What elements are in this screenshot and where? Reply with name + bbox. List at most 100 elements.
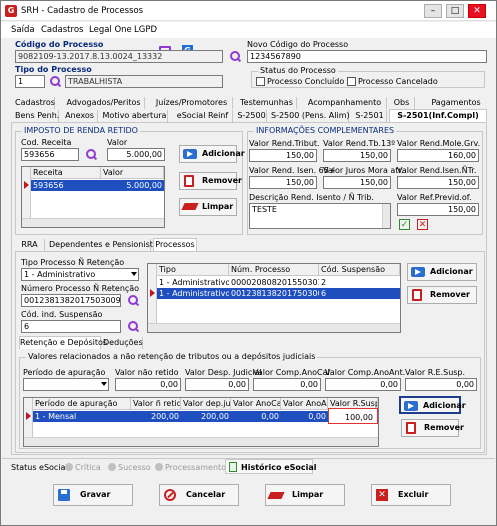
rend-isen65-input[interactable]: 150,00 [249,176,317,189]
ref-previd-input[interactable]: 150,00 [397,203,479,216]
col-anocal[interactable]: Valor AnoCal. [231,398,281,410]
col-tipo[interactable]: Tipo [157,264,229,276]
numero-proc-input[interactable]: 00123813820175030098 [21,294,121,307]
sucesso-label: Sucesso [118,463,151,472]
tab-juizes[interactable]: Juízes/Promotores [151,97,233,109]
irrf-remover-button[interactable]: Remover [179,172,242,190]
rend-mole-input[interactable]: 160,00 [397,149,479,162]
col-anoant[interactable]: Valor AnoAnt. [281,398,328,410]
search-icon[interactable] [229,51,241,63]
valor-input[interactable]: 5.000,00 [107,148,165,161]
button-label: Adicionar [430,267,473,276]
menu-cadastros[interactable]: Cadastros [41,25,83,35]
title-bar: G SRH - Cadastro de Processos – □ ✕ [1,1,496,21]
maximize-button[interactable]: □ [446,4,464,18]
irrf-adicionar-button[interactable]: Adicionar [179,145,245,163]
table-row[interactable]: 1 - Mensal 200,00 200,00 0,00 0,00 [33,411,378,422]
cancel-x-icon[interactable]: ✕ [417,219,428,230]
tab-cadastros[interactable]: Cadastros [15,97,55,109]
processo-cancelado-checkbox[interactable] [347,77,356,86]
tab-bens-penh[interactable]: Bens Penh. [15,110,59,122]
rend-isen-ntr-input[interactable]: 150,00 [397,176,479,189]
valores-grid[interactable]: Período de apuração Valor ñ retido Valor… [23,397,379,447]
desc-scrollbar[interactable] [382,204,390,228]
juros-mora-label: Valor Juros Mora atr. [323,166,404,175]
tipo-proc-select[interactable]: 1 - Administrativo [21,268,139,281]
excluir-button[interactable]: ✕ Excluir [371,484,451,506]
r-susp-cell-highlight[interactable]: 100,00 [328,408,378,424]
col-dep-jud[interactable]: Valor dep.jud. [181,398,231,410]
col-valor[interactable]: Valor [101,167,164,179]
tab-rra[interactable]: RRA [15,239,45,251]
tab-advogados[interactable]: Advogados/Peritos [63,97,145,109]
desc-rend-input[interactable]: TESTE [249,203,391,229]
nao-retido-input[interactable]: 0,00 [115,378,181,391]
re-susp-label: Valor R.E.Susp. [405,368,466,377]
processos-grid[interactable]: Tipo Núm. Processo Cód. Suspensão 1 - Ad… [147,263,401,333]
tab-deducoes[interactable]: Deduções [103,337,143,349]
close-button[interactable]: ✕ [468,4,486,18]
col-periodo[interactable]: Período de apuração [33,398,131,410]
tab-s2501-inf-compl[interactable]: S-2501(Inf.Compl) [389,109,487,122]
tab-s2501[interactable]: S-2501 [353,110,387,122]
receita-grid[interactable]: Receita Valor 593656 5.000,00 [21,166,165,228]
proc-remover-button[interactable]: Remover [407,286,477,304]
tab-anexos[interactable]: Anexos [62,110,98,122]
button-label: Gravar [80,490,111,499]
col-num-processo[interactable]: Núm. Processo [229,264,319,276]
menu-legal-one[interactable]: Legal One [89,25,132,35]
menu-saida[interactable]: Saída [11,25,35,35]
tab-processos[interactable]: Processos [153,238,197,252]
table-row[interactable]: 1 - Administrativo 00002080820155030112 … [157,277,400,288]
tab-acompanhamento[interactable]: Acompanhamento [303,97,387,109]
cancelar-button[interactable]: Cancelar [159,484,239,506]
confirm-check-icon[interactable]: ✓ [399,219,410,230]
novo-codigo-input[interactable]: 1234567890 [247,50,487,63]
tab-retencao[interactable]: Retenção e Depósitos [19,336,107,349]
cod-receita-input[interactable]: 593656 [21,148,79,161]
horizontal-scrollbar[interactable] [22,218,164,227]
col-cod-susp[interactable]: Cód. Suspensão [319,264,400,276]
historico-esocial-button[interactable]: Histórico eSocial [225,459,317,474]
cod-susp-input[interactable]: 6 [21,320,121,333]
search-icon[interactable] [127,295,139,307]
tab-testemunhas[interactable]: Testemunhas [237,97,297,109]
limpar-button[interactable]: Limpar [265,484,345,506]
processo-concluido-checkbox[interactable] [256,77,265,86]
tab-esocial-reinf[interactable]: eSocial Reinf [173,110,233,122]
tipo-code-input[interactable]: 1 [15,75,45,88]
col-receita[interactable]: Receita [31,167,101,179]
tab-s2500[interactable]: S-2500 [237,110,267,122]
search-icon[interactable] [49,76,61,88]
delete-icon: ✕ [376,489,388,501]
tab-motivo-abertura[interactable]: Motivo abertura [102,110,168,122]
horizontal-scrollbar[interactable] [148,323,400,332]
rend-tribut-input[interactable]: 150,00 [249,149,317,162]
comp-anoant-input[interactable]: 0,00 [325,378,401,391]
re-susp-input[interactable]: 0,00 [405,378,477,391]
valores-adicionar-button[interactable]: Adicionar [399,396,466,414]
proc-adicionar-button[interactable]: Adicionar [407,263,477,281]
gravar-button[interactable]: Gravar [53,484,133,506]
juros-mora-input[interactable]: 150,00 [323,176,391,189]
codigo-processo-input[interactable]: 9082109-13.2017.8.13.0024_13332 [15,50,223,63]
irrf-limpar-button[interactable]: Limpar [179,198,237,216]
tab-s2500-pens[interactable]: S-2500 (Pens. Alim) [271,110,350,122]
search-icon[interactable] [127,321,139,333]
tab-obs[interactable]: Obs [389,97,415,109]
minimize-button[interactable]: – [424,4,442,18]
periodo-select[interactable] [23,378,109,391]
tab-dependentes[interactable]: Dependentes e Pensionistas [49,239,162,251]
info-compl-title: INFORMAÇÕES COMPLEMENTARES [254,126,397,135]
menu-lgpd[interactable]: LGPD [134,25,157,35]
search-icon[interactable] [85,149,97,161]
horizontal-scrollbar[interactable] [24,437,378,446]
comp-anocal-input[interactable]: 0,00 [253,378,321,391]
rend-13-input[interactable]: 150,00 [323,149,391,162]
valores-remover-button[interactable]: Remover [401,419,464,437]
table-row[interactable]: 1 - Administrativo 00123813820175030098 … [157,288,400,299]
tab-pagamentos[interactable]: Pagamentos [427,97,485,109]
table-row[interactable]: 593656 5.000,00 [31,180,164,191]
col-nao-retido[interactable]: Valor ñ retido [131,398,181,410]
desp-judicial-input[interactable]: 0,00 [185,378,249,391]
